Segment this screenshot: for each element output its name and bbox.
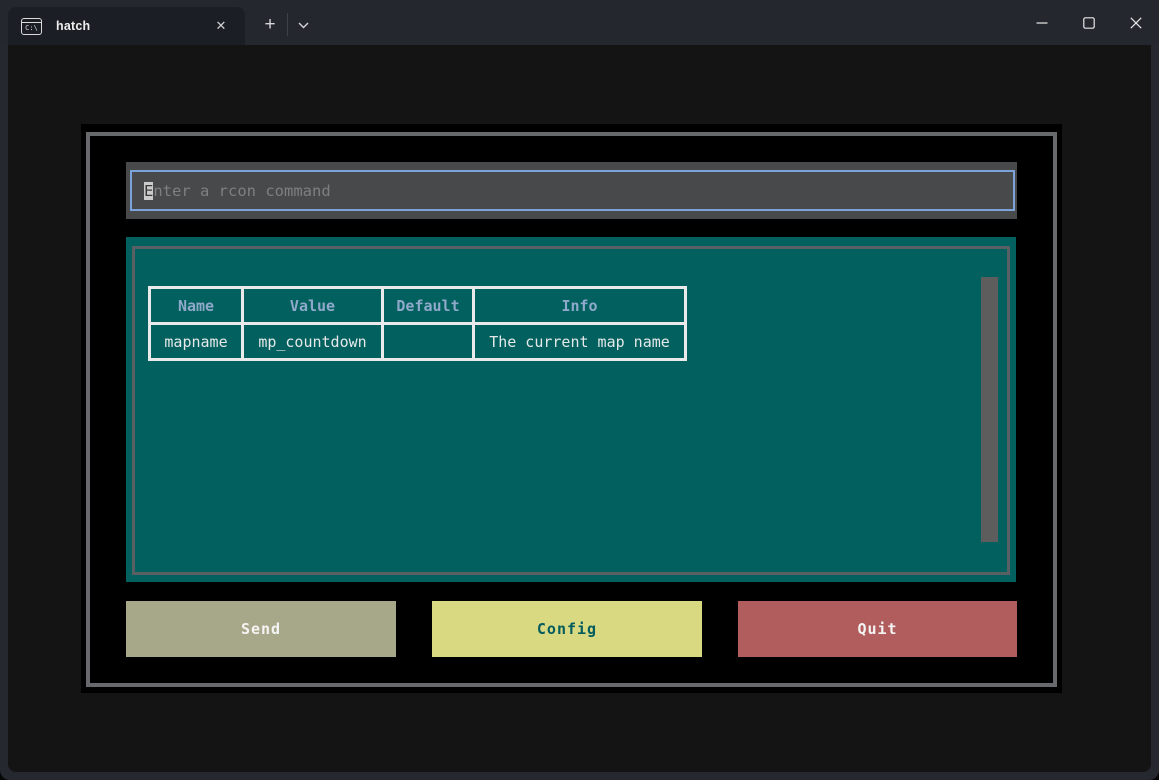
column-header-info: Info: [474, 288, 686, 324]
new-tab-button[interactable]: +: [252, 7, 288, 43]
cvar-panel: Name Value Default Info mapname mp_count…: [126, 237, 1016, 582]
terminal-content: Enter a rcon command Name Value Default …: [8, 45, 1151, 772]
maximize-button[interactable]: [1066, 0, 1112, 45]
tab-dropdown-button[interactable]: [288, 7, 318, 43]
terminal-window: C:\ hatch ✕ +: [0, 0, 1159, 780]
minimize-icon: [1036, 17, 1048, 29]
tab-close-icon[interactable]: ✕: [207, 7, 235, 45]
table-row[interactable]: mapname mp_countdown The current map nam…: [150, 324, 686, 360]
column-header-name: Name: [150, 288, 243, 324]
titlebar: C:\ hatch ✕ +: [0, 0, 1159, 45]
cell-info: The current map name: [474, 324, 686, 360]
maximize-icon: [1083, 17, 1095, 29]
terminal-icon-glyph: C:\: [22, 23, 41, 34]
plus-icon: +: [264, 14, 275, 36]
rcon-input-container: Enter a rcon command: [126, 162, 1017, 219]
input-placeholder: nter a rcon command: [153, 182, 330, 200]
terminal-icon: C:\: [21, 18, 42, 35]
send-button[interactable]: Send: [126, 601, 396, 657]
column-header-value: Value: [243, 288, 383, 324]
config-button[interactable]: Config: [432, 601, 702, 657]
chevron-down-icon: [298, 22, 309, 29]
scrollbar[interactable]: [981, 277, 998, 542]
close-window-button[interactable]: [1113, 0, 1159, 45]
tab-title: hatch: [56, 19, 90, 33]
cell-name: mapname: [150, 324, 243, 360]
text-cursor: E: [144, 182, 153, 200]
cell-value: mp_countdown: [243, 324, 383, 360]
rcon-app-screen: Enter a rcon command Name Value Default …: [81, 124, 1062, 693]
close-icon: [1130, 17, 1142, 29]
cvar-table: Name Value Default Info mapname mp_count…: [148, 286, 687, 361]
tab-hatch[interactable]: C:\ hatch ✕: [8, 7, 245, 45]
table-header-row: Name Value Default Info: [150, 288, 686, 324]
rcon-command-input[interactable]: Enter a rcon command: [130, 170, 1015, 211]
cell-default: [383, 324, 474, 360]
column-header-default: Default: [383, 288, 474, 324]
quit-button[interactable]: Quit: [738, 601, 1017, 657]
minimize-button[interactable]: [1019, 0, 1065, 45]
